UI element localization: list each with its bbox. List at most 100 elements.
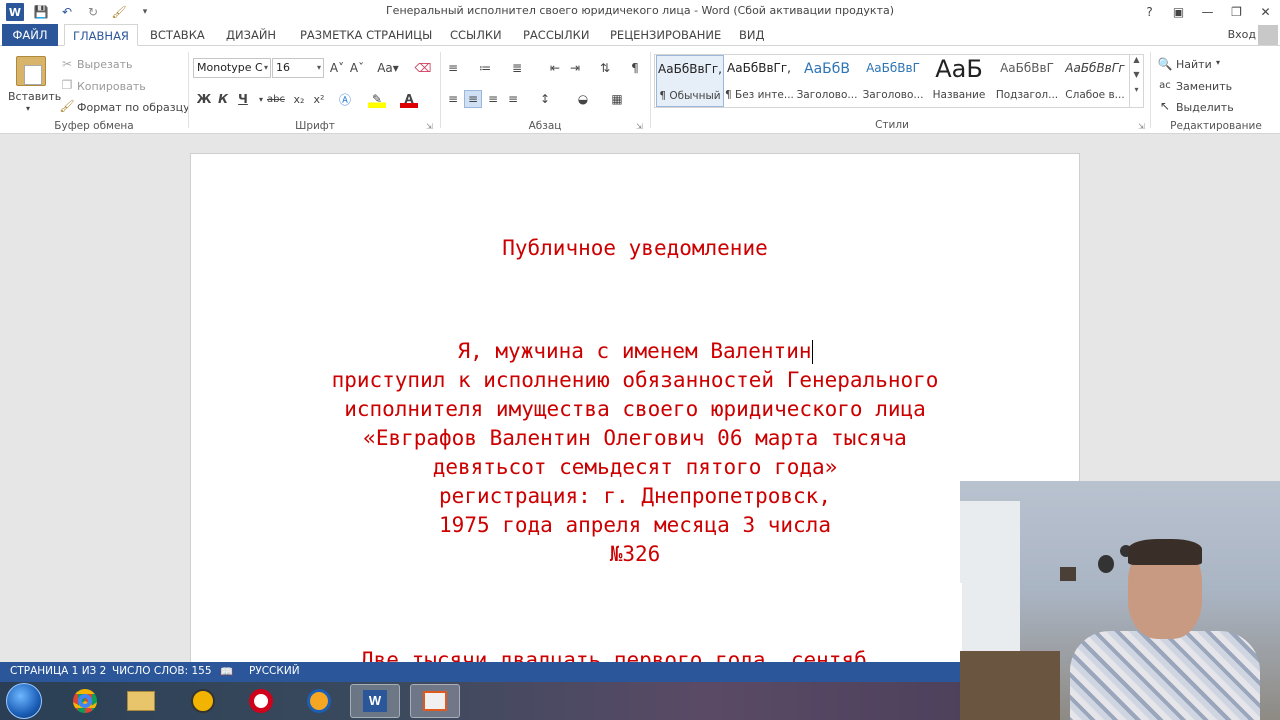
tab-references[interactable]: ССЫЛКИ — [442, 24, 510, 46]
underline-button[interactable]: Ч — [234, 90, 252, 108]
text-effects-icon[interactable]: Ⓐ — [336, 90, 354, 108]
paragraph-dialog-launcher-icon[interactable]: ⇲ — [636, 122, 643, 131]
font-group-label: Шрифт — [295, 120, 335, 132]
change-case-icon[interactable]: Aa▾ — [374, 59, 402, 77]
headphones-app-icon[interactable] — [294, 684, 344, 718]
ribbon-divider — [188, 52, 189, 128]
proofing-icon[interactable]: 📖 — [220, 665, 233, 678]
clear-formatting-icon[interactable]: ⌫ — [414, 59, 432, 77]
style-preview: АаБбВвГг — [1065, 61, 1125, 75]
styles-dialog-launcher-icon[interactable]: ⇲ — [1138, 122, 1145, 131]
close-icon[interactable]: ✕ — [1251, 0, 1280, 24]
find-button[interactable]: Найти — [1176, 58, 1212, 71]
opera-icon[interactable] — [236, 684, 286, 718]
shading-icon[interactable]: ◒ — [574, 90, 592, 108]
superscript-button[interactable]: x² — [310, 90, 328, 108]
style-name: Название — [932, 89, 986, 101]
media-app-taskbar-icon[interactable] — [410, 684, 460, 718]
italic-button[interactable]: К — [214, 90, 232, 108]
shrink-font-icon[interactable]: Aˇ — [348, 59, 366, 77]
webcam-sofa — [960, 651, 1060, 720]
style-subtitle[interactable]: АаБбВвГ Подзагол... — [993, 55, 1061, 107]
paste-button[interactable]: Вставить — [8, 90, 61, 103]
style-preview: АаБбВвГг, — [658, 62, 722, 76]
numbering-icon[interactable]: ≔ — [476, 59, 494, 77]
file-explorer-icon[interactable] — [116, 684, 166, 718]
font-name-select[interactable]: Monotype C ▾ — [193, 58, 271, 78]
paste-icon[interactable] — [16, 56, 46, 86]
style-subtle-emphasis[interactable]: АаБбВвГг Слабое в... — [1061, 55, 1129, 107]
doc-line: Я, мужчина с именем Валентин — [191, 339, 1079, 364]
paste-dropdown-icon[interactable]: ▾ — [26, 104, 30, 113]
font-color-icon[interactable]: A — [400, 90, 418, 108]
style-name: ¶ Обычный — [659, 90, 721, 102]
decrease-indent-icon[interactable]: ⇤ — [546, 59, 564, 77]
language-indicator[interactable]: РУССКИЙ — [249, 665, 300, 677]
chevron-up-icon[interactable]: ▲ — [1130, 55, 1143, 64]
chrome-icon[interactable] — [60, 684, 110, 718]
search-icon: 🔍 — [1157, 57, 1173, 71]
style-no-spacing[interactable]: АаБбВвГг, ¶ Без инте... — [725, 55, 793, 107]
text-cursor — [811, 340, 813, 364]
font-size-select[interactable]: 16 ▾ — [272, 58, 324, 78]
select-cursor-icon: ↖ — [1159, 99, 1171, 113]
style-name: Слабое в... — [1065, 89, 1125, 101]
styles-scroller[interactable]: ▲ ▼ ▾ — [1130, 54, 1144, 108]
align-left-icon[interactable]: ≡ — [444, 90, 462, 108]
window-title: Генеральный исполнител своего юридичеког… — [385, 4, 895, 17]
editing-group: 🔍 Найти ▾ ac Заменить ↖ Выделить Редакти… — [1152, 50, 1280, 134]
ribbon-tabs: ФАЙЛ ГЛАВНАЯ ВСТАВКА ДИЗАЙН РАЗМЕТКА СТР… — [0, 24, 1280, 46]
font-dialog-launcher-icon[interactable]: ⇲ — [426, 122, 433, 131]
multilevel-list-icon[interactable]: ≣ — [508, 59, 526, 77]
bold-button[interactable]: Ж — [195, 90, 213, 108]
minimize-icon[interactable]: — — [1193, 0, 1222, 24]
pilcrow-icon[interactable]: ¶ — [626, 59, 644, 77]
tab-review[interactable]: РЕЦЕНЗИРОВАНИЕ — [602, 24, 729, 46]
tab-design[interactable]: ДИЗАЙН — [218, 24, 284, 46]
font-group: Monotype C ▾ 16 ▾ A˅ Aˇ Aa▾ ⌫ Ж К Ч ▾ ab… — [190, 50, 440, 134]
user-avatar[interactable] — [1258, 25, 1278, 45]
tab-insert[interactable]: ВСТАВКА — [142, 24, 213, 46]
start-button[interactable] — [6, 683, 42, 719]
help-icon[interactable]: ? — [1135, 0, 1164, 24]
strikethrough-button[interactable]: abc — [264, 90, 288, 108]
borders-icon[interactable]: ▦ — [608, 90, 626, 108]
style-heading1[interactable]: АаБбВ Заголово... — [793, 55, 861, 107]
word-count[interactable]: ЧИСЛО СЛОВ: 155 — [112, 665, 212, 677]
restore-icon[interactable]: ❐ — [1222, 0, 1251, 24]
style-title[interactable]: АаБ Название — [925, 55, 993, 107]
tab-view[interactable]: ВИД — [731, 24, 772, 46]
tab-file[interactable]: ФАЙЛ — [2, 24, 58, 46]
word-taskbar-icon[interactable]: W — [350, 684, 400, 718]
select-button[interactable]: Выделить — [1176, 101, 1234, 114]
style-normal[interactable]: АаБбВвГг, ¶ Обычный — [656, 55, 724, 107]
format-painter-button[interactable]: Формат по образцу — [77, 101, 190, 114]
doc-line: девятьсот семьдесят пятого года» — [432, 455, 838, 479]
sign-in-link[interactable]: Вход — [1228, 28, 1256, 41]
line-spacing-icon[interactable]: ↕ — [536, 90, 554, 108]
copy-icon: ❐ — [61, 78, 73, 92]
increase-indent-icon[interactable]: ⇥ — [566, 59, 584, 77]
replace-button[interactable]: Заменить — [1176, 80, 1232, 93]
highlight-icon[interactable]: ✎ — [368, 90, 386, 108]
align-center-icon[interactable]: ≡ — [464, 90, 482, 108]
cut-button[interactable]: Вырезать — [77, 58, 132, 71]
align-right-icon[interactable]: ≡ — [484, 90, 502, 108]
more-styles-icon[interactable]: ▾ — [1130, 85, 1143, 94]
tab-layout[interactable]: РАЗМЕТКА СТРАНИЦЫ — [292, 24, 440, 46]
tab-mailings[interactable]: РАССЫЛКИ — [515, 24, 597, 46]
grow-font-icon[interactable]: A˅ — [328, 59, 346, 77]
copy-button[interactable]: Копировать — [77, 80, 146, 93]
tab-home[interactable]: ГЛАВНАЯ — [64, 24, 138, 46]
find-dropdown-icon[interactable]: ▾ — [1216, 58, 1220, 67]
ribbon-display-icon[interactable]: ▣ — [1164, 0, 1193, 24]
chevron-down-icon[interactable]: ▼ — [1130, 70, 1143, 79]
page-count[interactable]: СТРАНИЦА 1 ИЗ 2 — [10, 665, 106, 677]
app-triangle-icon[interactable] — [178, 684, 228, 718]
style-heading2[interactable]: АаБбВвГ Заголово... — [859, 55, 927, 107]
bullets-icon[interactable]: ≡ — [444, 59, 462, 77]
subscript-button[interactable]: x₂ — [290, 90, 308, 108]
justify-icon[interactable]: ≡ — [504, 90, 522, 108]
sort-icon[interactable]: ⇅ — [596, 59, 614, 77]
document-page[interactable]: Публичное уведомление Я, мужчина с имене… — [190, 153, 1080, 673]
